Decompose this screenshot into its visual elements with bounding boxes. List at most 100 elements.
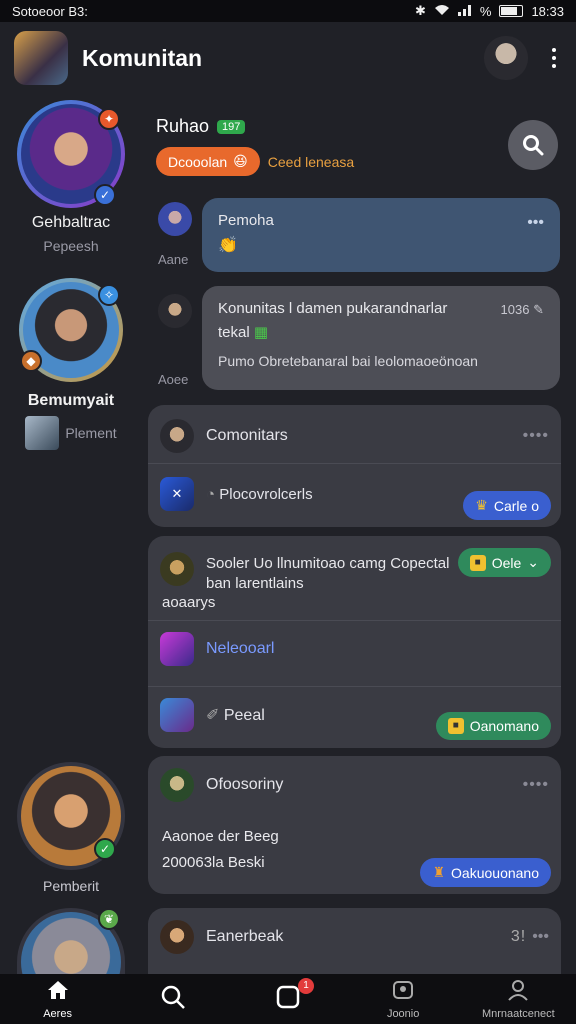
battery-percent-label: % bbox=[479, 3, 492, 19]
divider bbox=[148, 463, 561, 464]
trophy-icon: ♜ bbox=[432, 864, 446, 880]
search-icon bbox=[523, 135, 544, 156]
page-title: Komunitan bbox=[82, 44, 203, 71]
sidebar-user-name: Pemberit bbox=[42, 878, 100, 894]
row-title: Eanerbeak bbox=[206, 928, 284, 945]
sidebar-user[interactable]: ✦ ✓ Gehbaltrac Pepeesh bbox=[0, 100, 142, 254]
community-card[interactable]: Comonitars •••• ✕ ◔ Plocovrolcerls ♛ Car… bbox=[148, 405, 561, 527]
header-avatar[interactable] bbox=[14, 31, 68, 85]
sparkle-badge-icon: ✧ bbox=[98, 284, 120, 306]
square-icon: ■ bbox=[447, 718, 464, 734]
search-button[interactable] bbox=[508, 120, 558, 170]
nav-community[interactable]: Joonio bbox=[353, 979, 453, 1020]
nav-label: Mnrnaatcenect bbox=[481, 1007, 555, 1020]
chip-label: Carle o bbox=[493, 497, 539, 514]
message-bubble[interactable]: Pemoha 👏 ••• bbox=[202, 198, 560, 272]
row-link[interactable]: Neleooarl bbox=[206, 640, 274, 658]
bottom-nav: Aeres 1 Joonio Mnrnaatcenect bbox=[0, 974, 576, 1024]
row-avatar bbox=[160, 419, 194, 453]
sidebar-user[interactable]: ✓ Pemberit bbox=[0, 762, 142, 894]
status-time: 18:33 bbox=[531, 3, 564, 19]
wifi-icon bbox=[434, 4, 450, 19]
message-avatar[interactable] bbox=[158, 294, 192, 328]
level-tag: 197 bbox=[217, 119, 246, 134]
notification-badge: 1 bbox=[297, 977, 314, 994]
row-more-icon[interactable]: •••• bbox=[523, 427, 549, 445]
sidebar-user[interactable]: ✧ ◆ Bemumyait Plement bbox=[0, 278, 142, 450]
message-author: Aoee bbox=[158, 372, 189, 387]
square-icon bbox=[276, 985, 300, 1008]
flame-badge-icon: ✦ bbox=[98, 108, 120, 130]
message-line: Konunitas l damen pukarandnarlar bbox=[218, 300, 448, 317]
card-row[interactable]: Neleooarl bbox=[148, 632, 561, 666]
small-user-avatar bbox=[25, 416, 60, 450]
nav-search[interactable] bbox=[123, 984, 223, 1015]
profile-avatar[interactable] bbox=[484, 36, 528, 80]
community-card[interactable]: Eanerbeak 3! ••• bbox=[148, 908, 561, 974]
top-info: Ruhao 197 Dcooolan 😆 Ceed leneasa bbox=[156, 116, 354, 176]
card-row[interactable]: Ofoosoriny •••• bbox=[148, 768, 561, 802]
square-icon: ■ bbox=[469, 554, 486, 571]
message-line: tekal bbox=[218, 324, 250, 341]
app-thumb bbox=[160, 698, 194, 732]
crown-icon: ♛ bbox=[475, 497, 488, 513]
message-title: Pemoha bbox=[218, 212, 274, 229]
community-card[interactable]: Sooler Uo llnumitoao camg Copectal ban l… bbox=[148, 536, 561, 748]
row-title-text: Plocovrolcerls bbox=[219, 485, 313, 503]
card-bottom-chip[interactable]: ■ Oanomano bbox=[435, 712, 551, 740]
row-title-text: Peeal bbox=[223, 707, 265, 724]
row-avatar bbox=[160, 768, 194, 802]
battery-icon bbox=[499, 5, 524, 17]
nav-profile[interactable]: Mnrnaatcenect bbox=[468, 979, 568, 1020]
row-more-icon[interactable]: ••• bbox=[532, 928, 549, 946]
row-title: ◔ Plocovrolcerls bbox=[206, 486, 313, 503]
more-options-icon[interactable] bbox=[546, 44, 562, 72]
emoji-icon: 😆 bbox=[233, 153, 248, 169]
sidebar-user-sub: Pepeesh bbox=[43, 238, 99, 254]
app-thumb: ✕ bbox=[160, 477, 194, 511]
message-author: Aane bbox=[158, 252, 189, 267]
message-count: 1036 bbox=[500, 302, 530, 317]
status-pill[interactable]: Dcooolan 😆 bbox=[156, 147, 260, 176]
nav-label: Joonio bbox=[386, 1007, 420, 1020]
home-icon bbox=[47, 980, 68, 999]
nav-home[interactable]: Aeres bbox=[8, 979, 108, 1020]
message-bubble[interactable]: Konunitas l damen pukarandnarlar tekal ▦… bbox=[202, 286, 560, 390]
chip-label: Oakuouonano bbox=[451, 864, 539, 881]
row-avatar bbox=[160, 552, 194, 586]
nav-notifications[interactable]: 1 bbox=[238, 977, 338, 1015]
status-text: Ceed leneasa bbox=[267, 153, 355, 170]
gem-badge-icon: ◆ bbox=[20, 350, 42, 372]
card-row[interactable]: Comonitars •••• bbox=[148, 419, 561, 453]
community-icon bbox=[393, 980, 414, 999]
card-top-chip[interactable]: ■ Oele ⌄ bbox=[457, 548, 551, 577]
bluetooth-icon: ✱ bbox=[414, 3, 426, 18]
community-card[interactable]: Ofoosoriny •••• Aaonoe der Beeg 200063la… bbox=[148, 756, 561, 894]
message-avatar[interactable] bbox=[158, 202, 192, 236]
edit-icon[interactable]: ✎ bbox=[533, 302, 544, 317]
row-title: ✐ Peeal bbox=[206, 705, 265, 725]
card-row[interactable]: Eanerbeak 3! ••• bbox=[148, 920, 561, 954]
row-count: 3! bbox=[510, 928, 527, 945]
status-left-text: Sotoeoor B3: bbox=[12, 3, 88, 19]
profile-icon bbox=[508, 979, 529, 1001]
row-more-icon[interactable]: •••• bbox=[523, 776, 549, 794]
message-line: Pumo Obretebanaral bai leolomaoeönoan bbox=[218, 353, 478, 369]
post-line: ban larentlains bbox=[206, 575, 304, 592]
card-action-chip[interactable]: ♛ Carle o bbox=[463, 491, 551, 520]
card-post-text: Sooler Uo llnumitoao camg Copectal ban l… bbox=[206, 554, 476, 594]
post-line: Aaonoe der Beeg bbox=[162, 828, 279, 845]
row-avatar bbox=[160, 920, 194, 954]
pencil-icon: ✐ bbox=[206, 707, 220, 724]
post-line: aoaarys bbox=[162, 594, 216, 611]
chevron-down-icon: ⌄ bbox=[527, 554, 539, 570]
card-action-chip[interactable]: ♜ Oakuouonano bbox=[420, 858, 551, 887]
app-header: Komunitan bbox=[0, 22, 576, 94]
sidebar-user[interactable]: ❦ bbox=[0, 908, 142, 974]
app-thumb bbox=[160, 632, 194, 666]
nav-label: Aeres bbox=[43, 1007, 72, 1020]
top-user-name: Ruhao bbox=[156, 116, 210, 136]
clap-icon: 👏 bbox=[218, 237, 238, 254]
sidebar-user-sub: Plement bbox=[65, 425, 117, 441]
message-more-icon[interactable]: ••• bbox=[527, 214, 544, 232]
